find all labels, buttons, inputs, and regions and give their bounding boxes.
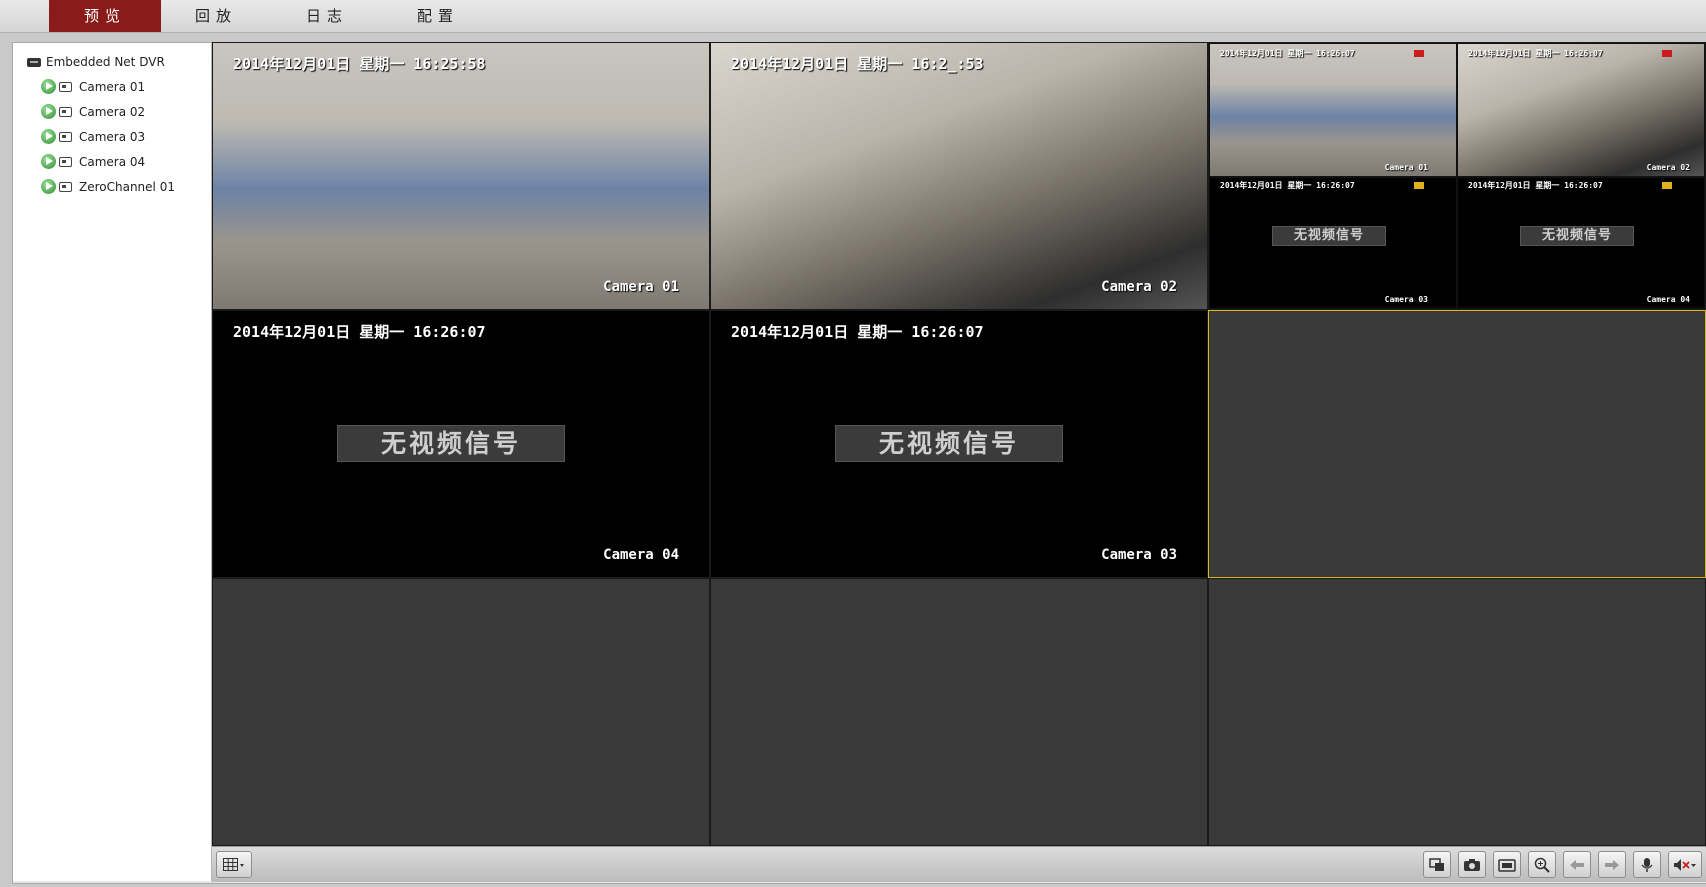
sidebar-item-label: ZeroChannel 01: [79, 179, 175, 194]
no-signal-label: 无视频信号: [835, 425, 1063, 462]
alarm-flag-icon: [1414, 50, 1424, 57]
bottom-toolbar: [212, 846, 1706, 882]
alarm-flag-icon: [1662, 50, 1672, 57]
play-icon[interactable]: [41, 79, 56, 94]
zoom-in-icon: [1534, 857, 1550, 873]
grid-layout-button[interactable]: [216, 851, 252, 878]
sidebar-item-zerochannel-01[interactable]: ZeroChannel 01: [41, 179, 175, 194]
osd-timestamp: 2014年12月01日 星期一 16:26:07: [1220, 49, 1355, 58]
volume-mute-icon: [1674, 858, 1696, 871]
osd-timestamp: 2014年12月01日 星期一 16:2_:53: [731, 55, 984, 73]
alarm-flag-icon: [1662, 182, 1672, 189]
video-window-4[interactable]: 2014年12月01日 星期一 16:26:07 无视频信号 Camera 04: [212, 310, 710, 578]
sidebar-item-label: Camera 02: [79, 104, 146, 119]
zerochannel-sub-4: 2014年12月01日 星期一 16:26:07 无视频信号 Camera 04: [1457, 177, 1705, 309]
tab-preview[interactable]: 预览: [49, 0, 161, 32]
play-icon[interactable]: [41, 154, 56, 169]
video-window-7[interactable]: [212, 578, 710, 846]
camera-icon: [59, 131, 72, 142]
window-mode-button[interactable]: [1423, 851, 1451, 878]
record-button[interactable]: [1493, 851, 1521, 878]
sidebar-item-camera-04[interactable]: Camera 04: [41, 154, 145, 169]
osd-camera-name: Camera 02: [1101, 279, 1177, 295]
osd-camera-name: Camera 03: [1101, 547, 1177, 563]
next-page-button[interactable]: [1598, 851, 1626, 878]
camera-icon: [59, 81, 72, 92]
camera-icon: [59, 156, 72, 167]
sidebar-item-label: Camera 01: [79, 79, 146, 94]
video-window-3-zerochannel[interactable]: 2014年12月01日 星期一 16:26:07 Camera 01 2014年…: [1208, 42, 1706, 310]
no-signal-label: 无视频信号: [1272, 226, 1386, 246]
tree-root-label: Embedded Net DVR: [46, 55, 165, 69]
osd-timestamp: 2014年12月01日 星期一 16:26:07: [233, 323, 486, 341]
osd-timestamp: 2014年12月01日 星期一 16:26:07: [1468, 49, 1603, 58]
osd-camera-name: Camera 01: [1384, 163, 1428, 172]
tab-config[interactable]: 配置: [382, 0, 494, 32]
play-icon[interactable]: [41, 104, 56, 119]
osd-camera-name: Camera 01: [603, 279, 679, 295]
zerochannel-sub-3: 2014年12月01日 星期一 16:26:07 无视频信号 Camera 03: [1209, 177, 1457, 309]
sidebar-item-camera-02[interactable]: Camera 02: [41, 104, 145, 119]
next-page-icon: [1605, 859, 1619, 870]
sidebar-item-label: Camera 03: [79, 129, 146, 144]
zerochannel-sub-2: 2014年12月01日 星期一 16:26:07 Camera 02: [1457, 43, 1705, 177]
osd-camera-name: Camera 04: [603, 547, 679, 563]
tab-playback[interactable]: 回放: [160, 0, 272, 32]
video-window-5[interactable]: 2014年12月01日 星期一 16:26:07 无视频信号 Camera 03: [710, 310, 1208, 578]
play-icon[interactable]: [41, 179, 56, 194]
osd-camera-name: Camera 04: [1646, 295, 1690, 304]
play-icon[interactable]: [41, 129, 56, 144]
zerochannel-sub-1: 2014年12月01日 星期一 16:26:07 Camera 01: [1209, 43, 1457, 177]
osd-timestamp: 2014年12月01日 星期一 16:25:58: [233, 55, 486, 73]
sidebar-item-label: Camera 04: [79, 154, 146, 169]
sidebar-item-camera-01[interactable]: Camera 01: [41, 79, 145, 94]
osd-timestamp: 2014年12月01日 星期一 16:26:07: [731, 323, 984, 341]
audio-button[interactable]: [1668, 851, 1702, 878]
digital-zoom-button[interactable]: [1528, 851, 1556, 878]
video-window-2[interactable]: 2014年12月01日 星期一 16:2_:53 Camera 02: [710, 42, 1208, 310]
talk-button[interactable]: [1633, 851, 1661, 878]
device-tree-sidebar: Embedded Net DVR Camera 01 Camera 02 Cam…: [13, 43, 212, 881]
osd-camera-name: Camera 03: [1384, 295, 1428, 304]
osd-timestamp: 2014年12月01日 星期一 16:26:07: [1468, 181, 1603, 190]
no-signal-label: 无视频信号: [1520, 226, 1634, 246]
prev-page-icon: [1570, 859, 1584, 870]
osd-camera-name: Camera 02: [1646, 163, 1690, 172]
video-window-1[interactable]: 2014年12月01日 星期一 16:25:58 Camera 01: [212, 42, 710, 310]
microphone-icon: [1641, 857, 1653, 872]
tree-root-dvr[interactable]: Embedded Net DVR: [27, 55, 165, 69]
grid-layout-icon: [223, 857, 244, 871]
no-signal-label: 无视频信号: [337, 425, 565, 462]
camera-icon: [59, 106, 72, 117]
camera-snapshot-icon: [1464, 858, 1480, 871]
camera-icon: [59, 181, 72, 192]
alarm-flag-icon: [1414, 182, 1424, 189]
video-window-6-selected[interactable]: [1208, 310, 1706, 578]
osd-timestamp: 2014年12月01日 星期一 16:26:07: [1220, 181, 1355, 190]
video-window-9[interactable]: [1208, 578, 1706, 846]
snapshot-button[interactable]: [1458, 851, 1486, 878]
top-nav-bar: 预览 回放 日志 配置: [0, 0, 1706, 33]
sidebar-item-camera-03[interactable]: Camera 03: [41, 129, 145, 144]
video-window-8[interactable]: [710, 578, 1208, 846]
dvr-device-icon: [27, 57, 41, 67]
prev-page-button[interactable]: [1563, 851, 1591, 878]
record-icon: [1498, 858, 1516, 872]
tab-log[interactable]: 日志: [271, 0, 383, 32]
window-mode-icon: [1429, 857, 1444, 871]
video-grid: 2014年12月01日 星期一 16:25:58 Camera 01 2014年…: [212, 42, 1706, 846]
